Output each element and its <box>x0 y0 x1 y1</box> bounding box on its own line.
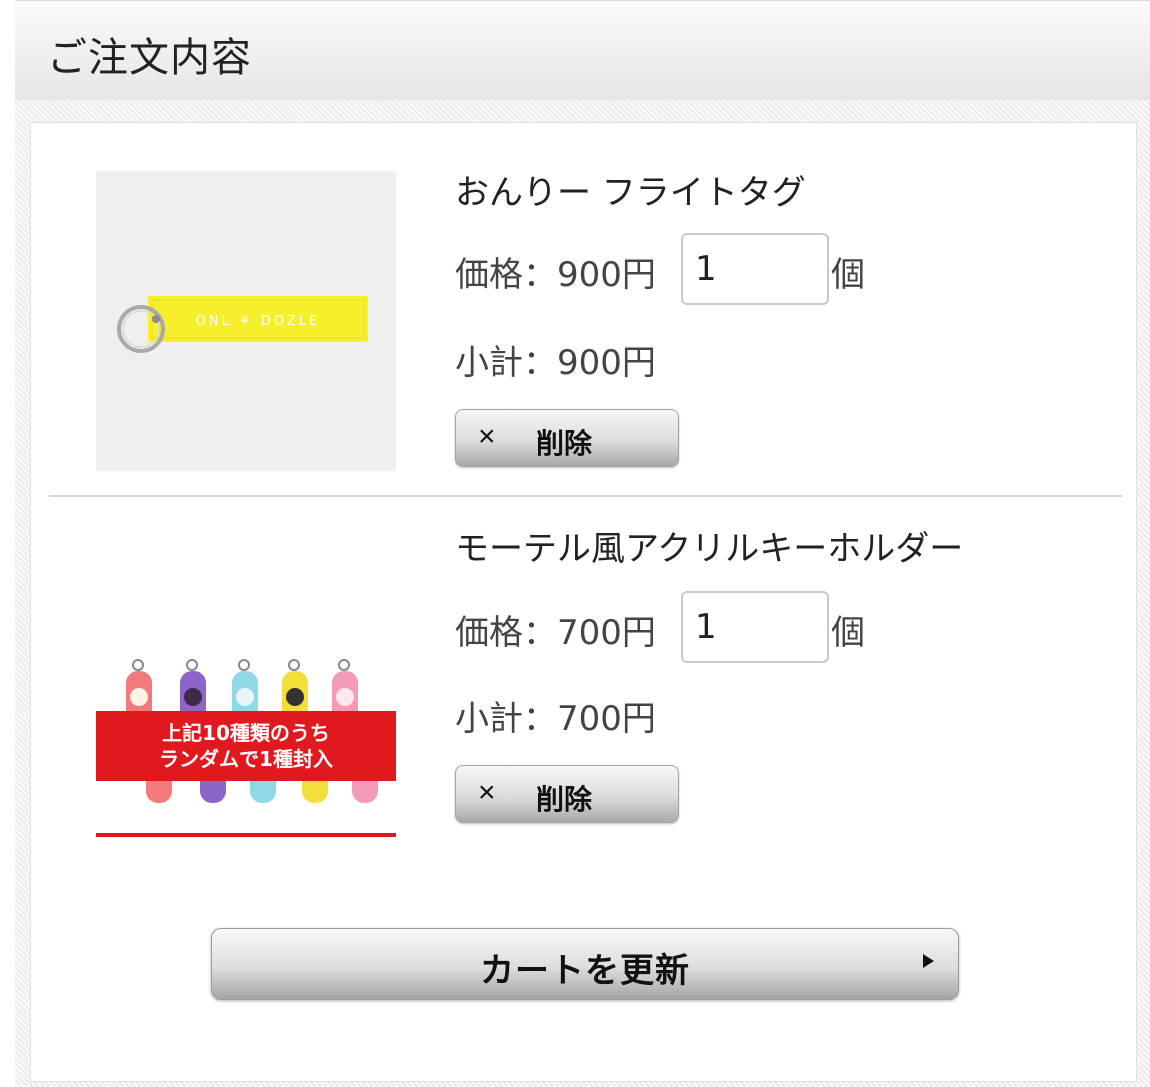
quantity-unit: 個 <box>831 613 865 653</box>
order-contents-section: ご注文内容 ONL ⚘ DOZLE おんりー フライトタグ 価格：900円 1 … <box>15 0 1150 1087</box>
quantity-input[interactable] <box>681 233 829 305</box>
cart-item: モーテル風アクリルキーホルダー 価格：700円 個 小計：700円 × 削除 <box>31 497 1136 857</box>
quantity-input[interactable] <box>681 591 829 663</box>
cart-item: ONL ⚘ DOZLE おんりー フライトタグ 価格：900円 個 小計：900… <box>31 123 1136 497</box>
delete-label: 削除 <box>536 784 593 815</box>
item-price: 価格：700円 <box>455 613 656 653</box>
delete-button[interactable]: × 削除 <box>455 765 679 823</box>
quantity-unit: 個 <box>831 255 865 295</box>
close-icon: × <box>478 776 496 809</box>
update-cart-label: カートを更新 <box>480 952 690 990</box>
banner-line-2: ランダムで1種封入 <box>159 747 333 771</box>
banner-line-1: 上記10種類のうち <box>162 721 330 745</box>
product-image-flight-tag: ONL ⚘ DOZLE <box>96 171 396 471</box>
section-header: ご注文内容 <box>15 0 1150 100</box>
keychain-set-image <box>96 537 396 837</box>
product-image-keychain <box>96 537 396 837</box>
play-arrow-icon <box>923 954 934 968</box>
flight-tag-image: ONL ⚘ DOZLE <box>96 171 396 471</box>
order-panel-background: ONL ⚘ DOZLE おんりー フライトタグ 価格：900円 個 小計：900… <box>15 100 1150 1087</box>
keychain-banner: 上記10種類のうち ランダムで1種封入 <box>96 711 396 781</box>
item-price: 価格：900円 <box>455 255 656 295</box>
delete-label: 削除 <box>536 428 593 459</box>
item-name: モーテル風アクリルキーホルダー <box>455 529 964 569</box>
close-icon: × <box>478 420 496 453</box>
item-name: おんりー フライトタグ <box>455 173 806 213</box>
section-title: ご注文内容 <box>47 35 252 81</box>
item-subtotal: 小計：900円 <box>455 343 656 383</box>
cart-list: ONL ⚘ DOZLE おんりー フライトタグ 価格：900円 個 小計：900… <box>30 122 1137 1082</box>
update-cart-button[interactable]: カートを更新 <box>211 928 959 1000</box>
delete-button[interactable]: × 削除 <box>455 409 679 467</box>
tag-logo-text: ONL ⚘ DOZLE <box>196 314 321 329</box>
item-subtotal: 小計：700円 <box>455 699 656 739</box>
